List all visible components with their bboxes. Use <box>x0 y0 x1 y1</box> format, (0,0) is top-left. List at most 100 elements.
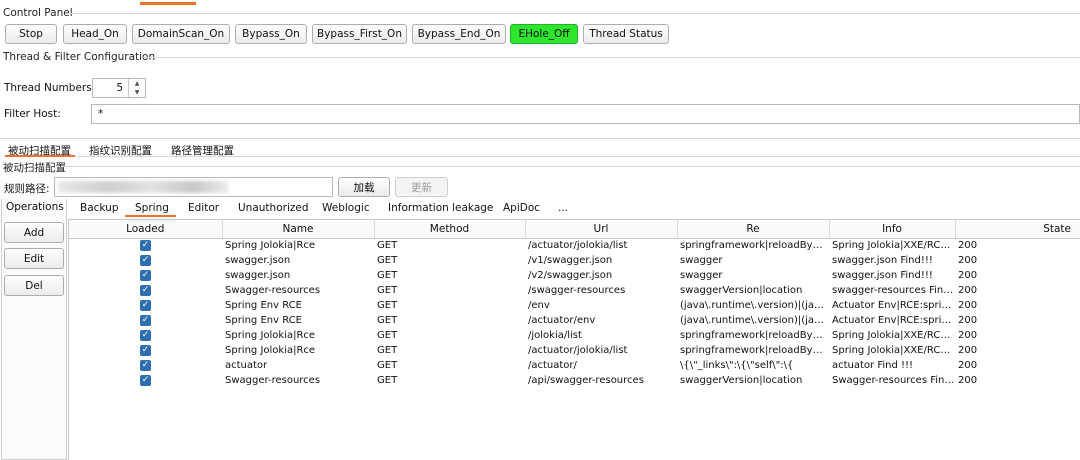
info-cell: Spring Jolokia|XXE/RCE:reload... <box>832 240 955 252</box>
subtab-backup[interactable]: Backup <box>80 202 119 214</box>
subtab-spring[interactable]: Spring <box>135 202 169 214</box>
tab-passive-scan-underline <box>5 155 75 157</box>
domainscan-on-button[interactable]: DomainScan_On <box>132 24 230 44</box>
info-cell: actuator Find !!! <box>832 360 914 371</box>
method-cell: GET <box>377 255 398 266</box>
stop-button[interactable]: Stop <box>5 24 57 44</box>
re-cell: swagger <box>680 270 723 281</box>
main-tabs-bottom-divider <box>75 156 1080 157</box>
loaded-cell: ✓ <box>69 268 222 283</box>
chevron-down-icon[interactable]: ▼ <box>129 88 145 97</box>
edit-button[interactable]: Edit <box>4 248 64 269</box>
loaded-cell: ✓ <box>69 253 222 268</box>
table-header-row: Loaded Name Method Url Re Info State <box>69 220 1080 239</box>
method-cell: GET <box>377 270 398 281</box>
table-row[interactable]: ✓ Spring Jolokia|Rce GET/actuator/jolokia/… <box>69 238 1080 253</box>
del-button[interactable]: Del <box>4 275 64 296</box>
info-cell: swagger-resources Find!!! <box>832 285 955 296</box>
table-row[interactable]: ✓ Swagger-resources GET/api/swagger-resour… <box>69 373 1080 388</box>
loaded-checkbox[interactable]: ✓ <box>140 299 151 311</box>
table-row[interactable]: ✓ swagger.json GET/v2/swagger.json swagger s… <box>69 268 1080 283</box>
re-cell: springframework|reloadByURL... <box>680 240 829 252</box>
spinner-arrows[interactable]: ▲ ▼ <box>128 79 145 97</box>
subtab-spring-underline <box>125 215 176 217</box>
re-cell: springframework|reloadByURL... <box>680 345 829 356</box>
chevron-up-icon[interactable]: ▲ <box>129 79 145 88</box>
column-header-state[interactable]: State <box>955 220 1080 239</box>
subtab-more[interactable]: ... <box>558 202 568 214</box>
name-cell: swagger.json <box>225 255 291 266</box>
column-header-url[interactable]: Url <box>525 220 678 239</box>
state-cell: 200 <box>958 240 978 252</box>
subtab-unauthorized[interactable]: Unauthorized <box>238 202 309 214</box>
loaded-cell: ✓ <box>69 298 222 313</box>
re-cell: swaggerVersion|location <box>680 285 803 296</box>
column-header-re[interactable]: Re <box>677 220 830 239</box>
bypass-first-on-button[interactable]: Bypass_First_On <box>312 24 407 44</box>
table-row[interactable]: ✓ swagger.json GET/v1/swagger.json swagger s… <box>69 253 1080 268</box>
info-cell: swagger.json Find!!! <box>832 255 933 266</box>
loaded-checkbox[interactable]: ✓ <box>140 240 151 251</box>
thread-numbers-spinner[interactable]: 5 ▲ ▼ <box>92 78 146 98</box>
url-cell: /api/swagger-resources <box>528 375 644 386</box>
subtab-information-leakage[interactable]: Information leakage <box>388 202 493 214</box>
url-cell: /actuator/env <box>528 315 596 326</box>
passive-scan-section-title: 被动扫描配置 <box>3 162 66 174</box>
loaded-checkbox[interactable]: ✓ <box>140 374 151 386</box>
table-row[interactable]: ✓ Spring Env RCE GET/env (java\.runtime\.ve… <box>69 298 1080 313</box>
loaded-checkbox[interactable]: ✓ <box>140 269 151 281</box>
control-panel-title: Control Panel <box>3 7 73 19</box>
table-row[interactable]: ✓ Spring Jolokia|Rce GET/jolokia/list sprin… <box>69 328 1080 343</box>
loaded-cell: ✓ <box>69 283 222 298</box>
passive-scan-divider <box>64 166 1080 167</box>
thread-status-button[interactable]: Thread Status <box>583 24 669 44</box>
bypass-end-on-button[interactable]: Bypass_End_On <box>412 24 506 44</box>
loaded-checkbox[interactable]: ✓ <box>140 284 151 296</box>
thread-numbers-label: Thread Numbers: <box>4 82 96 94</box>
loaded-cell: ✓ <box>69 313 222 328</box>
table-row[interactable]: ✓ Spring Jolokia|Rce GET/actuator/jolokia/… <box>69 343 1080 358</box>
url-cell: /v1/swagger.json <box>528 255 613 266</box>
url-cell: /actuator/jolokia/list <box>528 240 628 252</box>
re-cell: (java\.runtime\.version)|(java\.c... <box>680 300 829 311</box>
column-header-method[interactable]: Method <box>374 220 526 239</box>
table-row[interactable]: ✓ Spring Env RCE GET/actuator/env (java\.ru… <box>69 313 1080 328</box>
name-cell: Swagger-resources <box>225 285 321 296</box>
subtab-apidoc[interactable]: ApiDoc <box>503 202 540 214</box>
name-cell: Spring Env RCE <box>225 315 302 326</box>
add-button[interactable]: Add <box>4 222 64 243</box>
operations-title: Operations <box>6 201 64 213</box>
column-header-info[interactable]: Info <box>829 220 956 239</box>
info-cell: Spring Jolokia|XXE/RCE:reload... <box>832 345 955 356</box>
bypass-on-button[interactable]: Bypass_On <box>235 24 307 44</box>
table-row[interactable]: ✓ actuator GET/actuator/ \{\"_links\":\{\"s… <box>69 358 1080 373</box>
state-cell: 200 <box>958 315 978 326</box>
update-button[interactable]: 更新 <box>395 177 448 197</box>
ehole-off-button[interactable]: EHole_Off <box>510 24 578 44</box>
load-button[interactable]: 加载 <box>338 177 390 197</box>
state-cell: 200 <box>958 330 978 341</box>
filter-host-input[interactable]: * <box>91 104 1080 124</box>
name-cell: actuator <box>225 360 268 371</box>
table-row[interactable]: ✓ Swagger-resources GET/swagger-resources s… <box>69 283 1080 298</box>
head-on-button[interactable]: Head_On <box>63 24 127 44</box>
loaded-checkbox[interactable]: ✓ <box>140 344 151 356</box>
loaded-cell: ✓ <box>69 343 222 358</box>
url-cell: /env <box>528 300 550 311</box>
subtab-editor[interactable]: Editor <box>188 202 219 214</box>
url-cell: /jolokia/list <box>528 330 582 341</box>
loaded-checkbox[interactable]: ✓ <box>140 254 151 266</box>
subtab-weblogic[interactable]: Weblogic <box>322 202 370 214</box>
column-header-name[interactable]: Name <box>222 220 375 239</box>
loaded-checkbox[interactable]: ✓ <box>140 329 151 341</box>
thread-filter-title: Thread & Filter Configuration <box>3 51 156 63</box>
url-cell: /actuator/ <box>528 360 577 371</box>
state-cell: 200 <box>958 270 978 281</box>
info-cell: swagger.json Find!!! <box>832 270 933 281</box>
column-header-loaded[interactable]: Loaded <box>69 220 223 239</box>
redacted-path <box>58 181 228 193</box>
loaded-checkbox[interactable]: ✓ <box>140 359 151 371</box>
method-cell: GET <box>377 315 398 326</box>
thread-numbers-value: 5 <box>116 82 123 94</box>
loaded-checkbox[interactable]: ✓ <box>140 314 151 326</box>
